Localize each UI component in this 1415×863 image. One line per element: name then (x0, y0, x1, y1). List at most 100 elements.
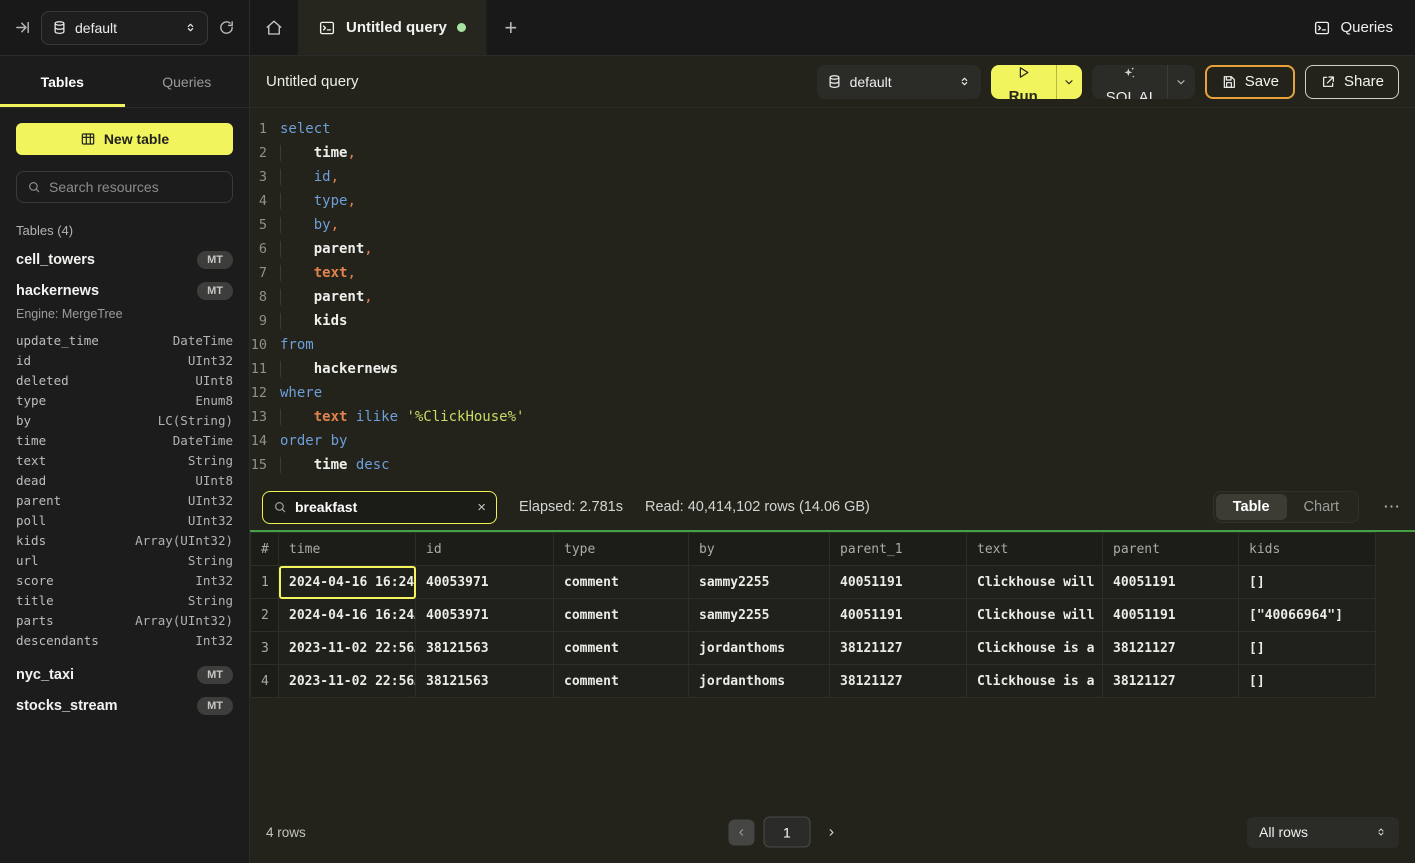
tab-tables[interactable]: Tables (0, 56, 125, 107)
cell[interactable]: Clickhouse will … (967, 599, 1103, 632)
toolbar-database-select[interactable]: default (817, 65, 981, 99)
new-tab-button[interactable]: + (487, 0, 535, 55)
cell[interactable]: 2023-11-02 22:56… (279, 632, 416, 665)
cell-selected[interactable]: 2024-04-16 16:24… (279, 566, 416, 599)
queries-button[interactable]: Queries (1313, 19, 1393, 37)
clear-search-icon[interactable]: × (477, 499, 486, 516)
header-cell-id[interactable]: id (416, 533, 554, 566)
table-name: hackernews (16, 283, 99, 299)
cell[interactable]: Clickhouse will … (967, 566, 1103, 599)
sidebar-item-hackernews[interactable]: hackernews MT (16, 282, 233, 300)
sql-token: text (314, 265, 348, 281)
cell[interactable]: 40051191 (830, 566, 967, 599)
cell[interactable]: 2024-04-16 16:24… (279, 599, 416, 632)
cell[interactable]: 38121127 (830, 665, 967, 698)
sql-token: time (314, 145, 348, 161)
row-number[interactable]: 1 (251, 566, 279, 599)
row-number[interactable]: 3 (251, 632, 279, 665)
run-options-button[interactable] (1056, 65, 1082, 99)
column-row: deletedUInt8 (16, 370, 233, 390)
sidebar-item-stocks-stream[interactable]: stocks_stream MT (16, 697, 233, 715)
cell[interactable]: 38121127 (1103, 632, 1239, 665)
cell[interactable]: jordanthoms (689, 632, 830, 665)
sql-ai-options-button[interactable] (1167, 65, 1195, 99)
sql-editor[interactable]: 1select 2 time, 3 id, 4 type, 5 by, 6 pa… (250, 108, 1415, 484)
cell[interactable]: comment (554, 599, 689, 632)
previous-page-button[interactable]: ‹ (728, 819, 754, 845)
collapse-sidebar-button[interactable] (14, 19, 31, 36)
cell[interactable]: 38121563 (416, 632, 554, 665)
sidebar-item-cell-towers[interactable]: cell_towers MT (16, 251, 233, 269)
tab-queries[interactable]: Queries (125, 56, 250, 107)
header-cell-type[interactable]: type (554, 533, 689, 566)
cell[interactable]: 38121127 (830, 632, 967, 665)
next-page-button[interactable]: › (819, 819, 843, 845)
cell[interactable]: 2023-11-02 22:56… (279, 665, 416, 698)
header-cell-time[interactable]: time (279, 533, 416, 566)
line-number: 2 (250, 141, 280, 165)
row-number[interactable]: 4 (251, 665, 279, 698)
table-row: 1 2024-04-16 16:24… 40053971 comment sam… (251, 566, 1376, 599)
header-cell-by[interactable]: by (689, 533, 830, 566)
cell[interactable]: [] (1239, 566, 1376, 599)
cell[interactable]: 38121127 (1103, 665, 1239, 698)
header-cell-text[interactable]: text (967, 533, 1103, 566)
sidebar-item-nyc-taxi[interactable]: nyc_taxi MT (16, 666, 233, 684)
cell[interactable]: 40053971 (416, 599, 554, 632)
database-icon (52, 20, 67, 35)
header-cell-index[interactable]: # (251, 533, 279, 566)
engine-badge: MT (197, 697, 233, 715)
cell[interactable]: [] (1239, 632, 1376, 665)
row-number[interactable]: 2 (251, 599, 279, 632)
home-tab[interactable] (250, 0, 298, 55)
cell[interactable]: Clickhouse is a … (967, 665, 1103, 698)
cell[interactable]: Clickhouse is a … (967, 632, 1103, 665)
refresh-button[interactable] (218, 19, 235, 36)
view-toggle-chart[interactable]: Chart (1287, 494, 1356, 520)
cell[interactable]: comment (554, 665, 689, 698)
cell[interactable]: 40051191 (1103, 599, 1239, 632)
share-button[interactable]: Share (1305, 65, 1399, 99)
sql-token: hackernews (314, 361, 398, 377)
sql-ai-button[interactable]: SQL AI (1092, 65, 1167, 99)
arrow-to-line-icon (14, 19, 31, 36)
column-row: scoreInt32 (16, 570, 233, 590)
save-button[interactable]: Save (1205, 65, 1295, 99)
column-row: titleString (16, 590, 233, 610)
cell[interactable]: jordanthoms (689, 665, 830, 698)
engine-badge: MT (197, 251, 233, 269)
column-type: LC(String) (158, 413, 233, 428)
line-number: 1 (250, 117, 280, 141)
results-search-input[interactable] (295, 499, 469, 515)
engine-badge: MT (197, 282, 233, 300)
resource-search-input[interactable] (49, 179, 230, 195)
sql-token: by (314, 217, 331, 233)
database-select[interactable]: default (41, 11, 208, 45)
column-row: typeEnum8 (16, 390, 233, 410)
more-options-icon[interactable]: ⋯ (1381, 497, 1403, 517)
cell[interactable]: sammy2255 (689, 599, 830, 632)
cell[interactable]: sammy2255 (689, 566, 830, 599)
header-cell-parent-1[interactable]: parent_1 (830, 533, 967, 566)
cell[interactable]: 40051191 (1103, 566, 1239, 599)
view-toggle-table[interactable]: Table (1216, 494, 1287, 520)
cell[interactable]: ["40066964"] (1239, 599, 1376, 632)
cell[interactable]: comment (554, 566, 689, 599)
header-cell-kids[interactable]: kids (1239, 533, 1376, 566)
cell[interactable]: [] (1239, 665, 1376, 698)
tab-untitled-query[interactable]: Untitled query (298, 0, 487, 55)
sql-token: , (364, 241, 372, 257)
cell[interactable]: 38121563 (416, 665, 554, 698)
top-bar-left: default (0, 0, 250, 55)
column-row: idUInt32 (16, 350, 233, 370)
cell[interactable]: comment (554, 632, 689, 665)
current-page-indicator[interactable]: 1 (763, 817, 810, 848)
view-toggle: Table Chart (1213, 491, 1359, 523)
header-cell-parent[interactable]: parent (1103, 533, 1239, 566)
cell[interactable]: 40053971 (416, 566, 554, 599)
cell[interactable]: 40051191 (830, 599, 967, 632)
page-size-select[interactable]: All rows (1247, 817, 1399, 848)
run-button[interactable]: Run (991, 65, 1056, 99)
body-row: New table Tables (4) cell_towers MT hack… (0, 108, 1415, 863)
new-table-button[interactable]: New table (16, 123, 233, 155)
